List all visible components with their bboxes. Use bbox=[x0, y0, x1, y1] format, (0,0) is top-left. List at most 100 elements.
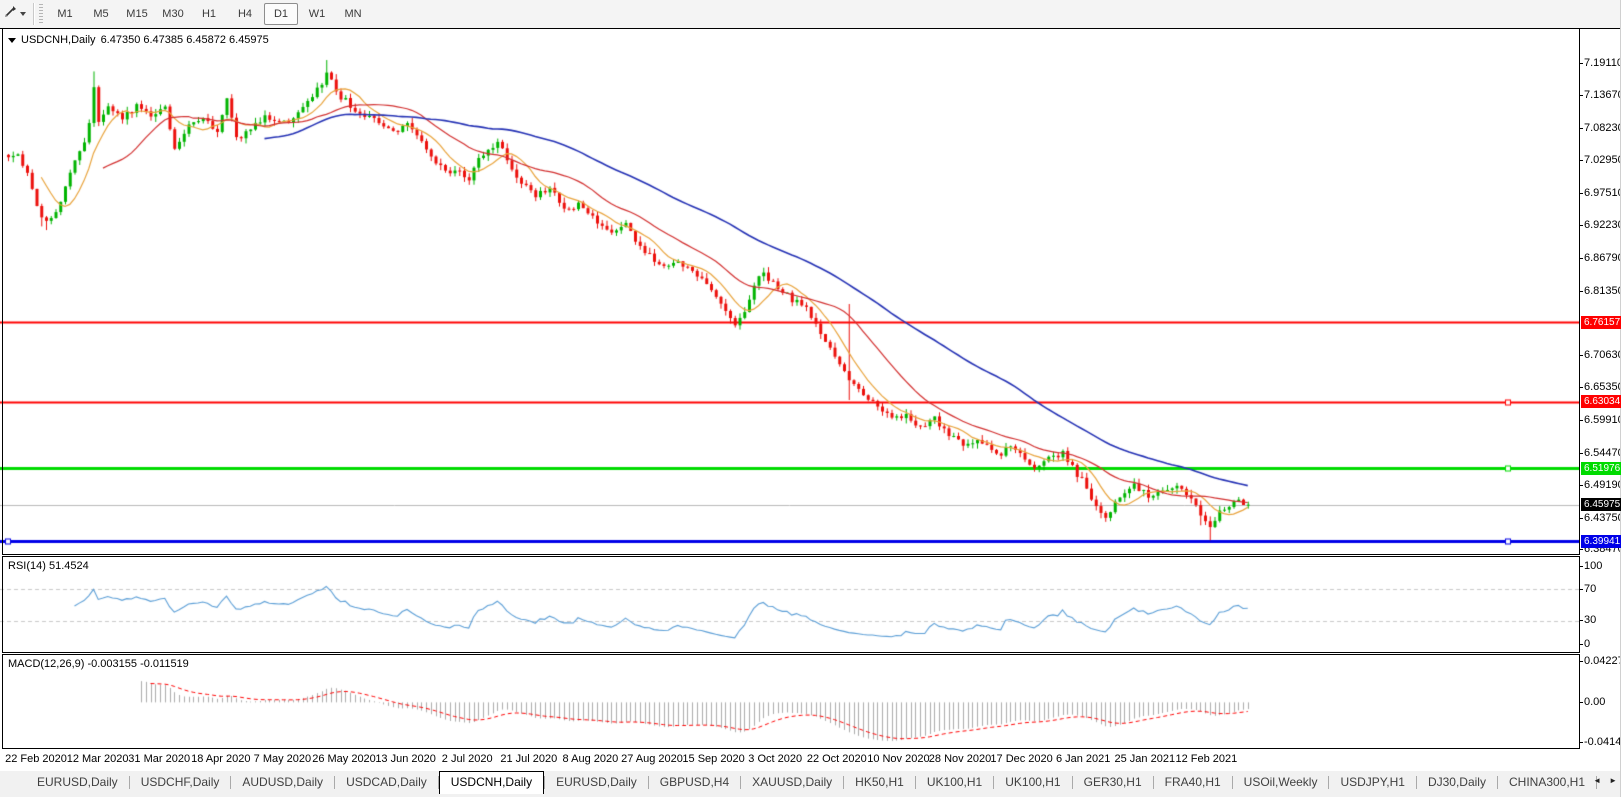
date-axis-label: 27 Aug 2020 bbox=[621, 753, 683, 765]
drawing-tool-group bbox=[0, 0, 30, 28]
timeframe-button-h1[interactable]: H1 bbox=[192, 3, 226, 25]
top-toolbar: M1 M5 M15 M30 H1 H4 D1 W1 MN bbox=[0, 0, 1621, 28]
chart-tab-eurusd-daily[interactable]: EURUSD,Daily bbox=[26, 771, 129, 794]
chart-tab-gbpusd-h4[interactable]: GBPUSD,H4 bbox=[649, 771, 740, 794]
chart-tab-audusd-daily[interactable]: AUDUSD,Daily bbox=[231, 771, 334, 794]
date-axis-label: 22 Oct 2020 bbox=[806, 753, 867, 765]
crosshair-pointer-icon bbox=[4, 5, 17, 23]
price-tick-label: 7.08230 bbox=[1579, 122, 1621, 135]
macd-pane-title: MACD(12,26,9) -0.003155 -0.011519 bbox=[8, 658, 189, 670]
chart-tab-usdjpy-h1[interactable]: USDJPY,H1 bbox=[1329, 771, 1415, 794]
timeframe-button-d1[interactable]: D1 bbox=[264, 3, 298, 25]
date-axis-label: 12 Mar 2020 bbox=[66, 753, 129, 765]
date-axis-label: 22 Feb 2020 bbox=[5, 753, 67, 765]
price-tick-label: 6.70630 bbox=[1579, 349, 1621, 362]
macd-tick-label: 0.042275 bbox=[1579, 655, 1621, 668]
date-axis-label: 7 May 2020 bbox=[253, 753, 312, 765]
chart-tab-usdcnh-daily[interactable]: USDCNH,Daily bbox=[438, 771, 545, 794]
price-tick-label: 6.92230 bbox=[1579, 219, 1621, 232]
chart-title: USDCNH,Daily 6.47350 6.47385 6.45872 6.4… bbox=[8, 34, 269, 46]
rsi-tick-label: 0 bbox=[1578, 637, 1591, 650]
rsi-tick-label: 100 bbox=[1578, 559, 1603, 572]
price-tick-label: 6.49190 bbox=[1579, 479, 1621, 492]
date-axis-label: 13 Jun 2020 bbox=[375, 753, 436, 765]
price-tick-label: 6.86790 bbox=[1579, 252, 1621, 265]
price-tick-label: 6.97510 bbox=[1579, 187, 1621, 200]
rsi-pane-title: RSI(14) 51.4524 bbox=[8, 560, 89, 572]
date-axis-label: 28 Nov 2020 bbox=[928, 753, 992, 765]
timeframe-button-w1[interactable]: W1 bbox=[300, 3, 334, 25]
chart-tab-china300-h1[interactable]: CHINA300,H1 bbox=[1498, 771, 1596, 794]
tab-scroll-right-icon[interactable]: ► bbox=[1609, 776, 1617, 785]
chart-tab-strip: EURUSD,Daily USDCHF,Daily AUDUSD,Daily USDC… bbox=[0, 771, 1598, 794]
date-axis-label: 15 Sep 2020 bbox=[682, 753, 745, 765]
chart-tab-xauusd-daily[interactable]: XAUUSD,Daily bbox=[741, 771, 843, 794]
date-axis-label: 26 May 2020 bbox=[312, 753, 376, 765]
price-tick-label: 6.81350 bbox=[1579, 285, 1621, 298]
price-tick-label: 6.54470 bbox=[1579, 447, 1621, 460]
timeframe-button-m15[interactable]: M15 bbox=[120, 3, 154, 25]
symbol-dropdown-icon[interactable] bbox=[8, 37, 16, 43]
hline-price-flag: 6.63034 bbox=[1581, 395, 1621, 409]
date-axis-label: 3 Oct 2020 bbox=[748, 753, 803, 765]
hline-price-flag: 6.51976 bbox=[1581, 461, 1621, 475]
timeframe-button-m1[interactable]: M1 bbox=[48, 3, 82, 25]
price-tick-label: 7.19110 bbox=[1579, 56, 1621, 69]
drawing-tool-button[interactable] bbox=[0, 3, 30, 25]
macd-tick-label: -0.04148 bbox=[1578, 736, 1621, 749]
date-axis-label: 10 Nov 2020 bbox=[867, 753, 930, 765]
chart-tab-fra40-h1[interactable]: FRA40,H1 bbox=[1154, 771, 1232, 794]
timeframe-button-h4[interactable]: H4 bbox=[228, 3, 262, 25]
price-tick-label: 7.13670 bbox=[1579, 89, 1621, 102]
price-tick-label: 6.65350 bbox=[1579, 381, 1621, 394]
price-scale[interactable]: 7.19110 7.13670 7.08230 7.02950 6.97510 6.922… bbox=[1578, 29, 1621, 772]
hline-price-flag: 6.39941 bbox=[1581, 534, 1621, 548]
chart-window: USDCNH,Daily 6.47350 6.47385 6.45872 6.4… bbox=[0, 28, 1621, 772]
chart-tab-bar: EURUSD,Daily USDCHF,Daily AUDUSD,Daily USDC… bbox=[0, 771, 1621, 797]
timeframe-button-group: M1 M5 M15 M30 H1 H4 D1 W1 MN bbox=[47, 0, 371, 28]
plot-left-border bbox=[2, 29, 3, 749]
chart-tab-uk100-h1[interactable]: UK100,H1 bbox=[994, 771, 1071, 794]
price-tick-label: 6.43750 bbox=[1579, 512, 1621, 525]
macd-tick-label: 0.00 bbox=[1578, 695, 1606, 708]
current-price-flag: 6.45975 bbox=[1581, 498, 1621, 512]
tab-scroll-left-icon[interactable]: ◄ bbox=[1593, 776, 1601, 785]
symbol-name: USDCNH,Daily bbox=[21, 34, 96, 46]
date-axis-label: 18 Apr 2020 bbox=[191, 753, 251, 765]
chart-tab-ger30-h1[interactable]: GER30,H1 bbox=[1073, 771, 1153, 794]
date-axis-label: 6 Jan 2021 bbox=[1055, 753, 1111, 765]
rsi-pane-splitter[interactable] bbox=[2, 554, 1580, 557]
date-axis-label: 31 Mar 2020 bbox=[128, 753, 191, 765]
hline-price-flag: 6.76157 bbox=[1581, 315, 1621, 329]
rsi-tick-label: 30 bbox=[1578, 614, 1597, 627]
ohlc-values: 6.47350 6.47385 6.45872 6.45975 bbox=[100, 34, 269, 46]
rsi-tick-label: 70 bbox=[1578, 582, 1597, 595]
price-chart-canvas[interactable] bbox=[0, 29, 1579, 554]
chart-tab-eurusd-daily[interactable]: EURUSD,Daily bbox=[545, 771, 648, 794]
timeframe-button-m30[interactable]: M30 bbox=[156, 3, 190, 25]
chart-tab-hk50-h1[interactable]: HK50,H1 bbox=[844, 771, 915, 794]
chart-tab-uk100-h1[interactable]: UK100,H1 bbox=[916, 771, 993, 794]
date-axis-label: 21 Jul 2020 bbox=[500, 753, 558, 765]
chevron-down-icon bbox=[20, 12, 26, 16]
timeframe-button-mn[interactable]: MN bbox=[336, 3, 370, 25]
tab-scroll-controls: ◄ ► bbox=[1593, 776, 1617, 785]
macd-indicator-canvas[interactable] bbox=[0, 655, 1579, 748]
macd-pane-splitter[interactable] bbox=[2, 652, 1580, 655]
date-axis-label: 8 Aug 2020 bbox=[562, 753, 619, 765]
toolbar-separator bbox=[33, 3, 34, 25]
toolbar-grip-handle[interactable] bbox=[39, 4, 43, 24]
date-axis-label: 17 Dec 2020 bbox=[990, 753, 1053, 765]
price-tick-label: 7.02950 bbox=[1579, 154, 1621, 167]
timeframe-button-m5[interactable]: M5 bbox=[84, 3, 118, 25]
chart-tab-usoil-weekly[interactable]: USOil,Weekly bbox=[1233, 771, 1329, 794]
rsi-indicator-canvas[interactable] bbox=[0, 557, 1579, 652]
chart-tab-usdcad-daily[interactable]: USDCAD,Daily bbox=[335, 771, 438, 794]
date-axis[interactable]: 22 Feb 2020 12 Mar 2020 31 Mar 2020 18 Apr … bbox=[0, 749, 1621, 771]
chart-tab-dj30-daily[interactable]: DJ30,Daily bbox=[1417, 771, 1497, 794]
price-tick-label: 6.59910 bbox=[1579, 414, 1621, 427]
date-axis-label: 2 Jul 2020 bbox=[441, 753, 493, 765]
chart-tab-usdchf-daily[interactable]: USDCHF,Daily bbox=[130, 771, 231, 794]
date-axis-label: 25 Jan 2021 bbox=[1114, 753, 1176, 765]
date-axis-label: 12 Feb 2021 bbox=[1175, 753, 1238, 765]
